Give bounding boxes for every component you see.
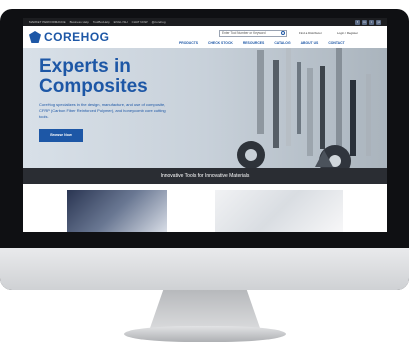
product-card-dark[interactable] (67, 190, 167, 232)
nav-about-us[interactable]: ABOUT US (301, 41, 319, 45)
topbar-item[interactable]: @corehog (152, 20, 166, 24)
nav-products[interactable]: PRODUCTS (179, 41, 198, 45)
utility-bar: MARKET PERFORMANCE Business Help ToolBox… (23, 18, 387, 26)
monitor-chin (0, 248, 409, 290)
logo-icon (29, 31, 41, 43)
youtube-icon[interactable]: yt (376, 19, 381, 25)
topbar-item[interactable]: ToolBoxHelp (93, 20, 110, 24)
search-input[interactable]: Enter Tool Number or Keyword (219, 30, 287, 37)
nav-catalog[interactable]: CATALOG (274, 41, 290, 45)
corehog-logo[interactable]: COREHOG (29, 30, 110, 44)
nav-contact[interactable]: CONTACT (328, 41, 344, 45)
linkedin-icon[interactable]: in (362, 19, 367, 25)
logo-text: COREHOG (44, 30, 110, 44)
login-register-link[interactable]: Login / Register (337, 31, 358, 35)
facebook-icon[interactable]: f (355, 19, 360, 25)
topbar-item[interactable]: Business Help (70, 20, 89, 24)
find-distributor-link[interactable]: Find a Distributor (299, 31, 322, 35)
hero-description: CoreHog specializes in the design, manuf… (39, 102, 166, 119)
featured-products (23, 184, 387, 232)
monitor-stand (150, 290, 260, 328)
main-nav: PRODUCTS CHECK STOCK RESOURCES CATALOG A… (179, 41, 345, 45)
twitter-icon[interactable]: t (369, 19, 374, 25)
product-card-light[interactable] (215, 190, 343, 232)
topbar-item[interactable]: CHAT NOW (132, 20, 148, 24)
site-header: COREHOG Enter Tool Number or Keyword Fin… (23, 26, 387, 48)
hero-section: Experts in Composites CoreHog specialize… (23, 48, 387, 176)
cutting-tools-image (237, 48, 371, 176)
website-screen: MARKET PERFORMANCE Business Help ToolBox… (23, 18, 387, 232)
topbar-item[interactable]: MARKET PERFORMANCE (29, 20, 66, 24)
topbar-item[interactable]: ENGL ISH (114, 20, 128, 24)
nav-resources[interactable]: RESOURCES (243, 41, 264, 45)
nav-check-stock[interactable]: CHECK STOCK (208, 41, 233, 45)
browse-now-button[interactable]: Browse Now (39, 129, 83, 142)
tagline-banner: Innovative Tools for Innovative Material… (23, 168, 387, 184)
search-icon[interactable] (281, 31, 285, 35)
social-links: f in t yt (355, 19, 381, 25)
hero-title: Experts in Composites (39, 56, 148, 97)
monitor-base (124, 326, 286, 342)
